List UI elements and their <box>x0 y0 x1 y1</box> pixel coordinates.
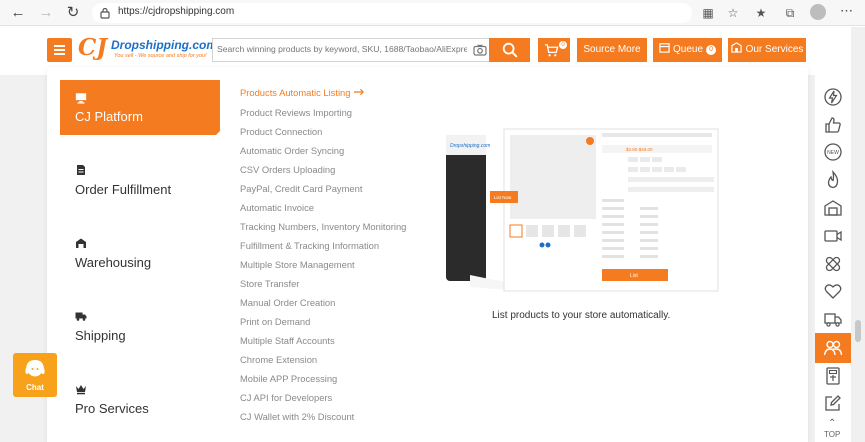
menu-icon[interactable] <box>47 38 72 62</box>
chevron-up-icon[interactable]: ⌃ <box>828 418 836 429</box>
feature-link[interactable]: Manual Order Creation <box>240 297 335 308</box>
logo-mark: CJ <box>78 34 108 61</box>
queue-button[interactable]: Queue 0 <box>653 38 722 62</box>
feature-link[interactable]: Automatic Invoice <box>240 202 314 213</box>
cart-icon <box>544 44 559 57</box>
page-scrollbar[interactable] <box>851 27 865 442</box>
logo-tagline: You sell - We source and ship for you! <box>114 53 207 59</box>
refresh-icon[interactable]: ↻ <box>64 4 82 22</box>
calculator-icon[interactable] <box>823 366 843 386</box>
camera-icon[interactable] <box>473 43 487 57</box>
sidebar-item-warehousing[interactable]: Warehousing <box>60 236 220 291</box>
feature-link[interactable]: Product Connection <box>240 126 322 137</box>
sidebar-item-order-fulfillment[interactable]: Order Fulfillment <box>60 163 220 218</box>
sidebar-item-pro-services[interactable]: Pro Services <box>60 382 220 437</box>
url-text: https://cjdropshipping.com <box>118 6 235 17</box>
source-more-button[interactable]: Source More <box>577 38 647 62</box>
browser-menu-icon[interactable]: ⋯ <box>840 3 853 19</box>
feature-link[interactable]: Print on Demand <box>240 316 310 327</box>
feature-link[interactable]: Multiple Store Management <box>240 259 355 270</box>
truck-icon[interactable] <box>823 309 843 329</box>
illus-price: $2.80-$48.00 <box>626 147 653 152</box>
favorite-icon[interactable]: ☆ <box>725 5 741 21</box>
sidebar-item-label: Shipping <box>75 328 126 343</box>
edit-icon[interactable] <box>823 393 843 413</box>
preview-caption: List products to your store automaticall… <box>492 310 671 321</box>
illus-list-button: List <box>630 273 638 279</box>
feature-link[interactable]: Tracking Numbers, Inventory Monitoring <box>240 221 406 232</box>
feature-link[interactable]: Products Automatic Listing <box>240 87 365 98</box>
browser-toolbar: ← → ↻ https://cjdropshipping.com ▦ ☆ ★ ⧉… <box>0 0 865 26</box>
listing-preview-illustration: Dropshipping.com $2.80-$48.00 List List … <box>446 128 719 292</box>
lightning-icon[interactable] <box>823 87 843 107</box>
bandage-icon[interactable] <box>823 254 843 274</box>
warehouse-icon[interactable] <box>823 198 843 218</box>
feature-link[interactable]: Product Reviews Importing <box>240 107 352 118</box>
monitor-icon <box>75 93 87 104</box>
package-icon <box>659 43 670 53</box>
feature-link[interactable]: Chrome Extension <box>240 354 317 365</box>
logo-name: Dropshipping.com <box>111 38 217 52</box>
feature-link[interactable]: PayPal, Credit Card Payment <box>240 183 362 194</box>
queue-count-badge: 0 <box>706 45 717 55</box>
search-button[interactable] <box>489 38 530 62</box>
shop-icon <box>730 42 742 53</box>
feature-label: Products Automatic Listing <box>240 87 351 98</box>
video-icon[interactable] <box>823 226 843 246</box>
cart-count-badge: 0 <box>559 41 567 49</box>
sidebar-item-label: Pro Services <box>75 401 149 416</box>
feature-link[interactable]: CJ API for Developers <box>240 392 332 403</box>
feature-link[interactable]: CSV Orders Uploading <box>240 164 335 175</box>
queue-label: Queue <box>672 44 704 55</box>
new-badge-icon[interactable]: NEW <box>823 142 843 162</box>
headset-icon <box>25 359 45 377</box>
feature-link[interactable]: Mobile APP Processing <box>240 373 337 384</box>
forward-icon[interactable]: → <box>37 4 55 22</box>
illus-logo: Dropshipping.com <box>450 143 490 149</box>
svg-text:NEW: NEW <box>827 150 839 156</box>
arrow-right-icon <box>354 88 365 96</box>
crown-icon <box>76 385 86 395</box>
sidebar-item-label: Warehousing <box>75 255 152 270</box>
people-icon[interactable] <box>823 338 843 358</box>
heart-icon[interactable] <box>823 281 843 301</box>
sidebar-item-label: CJ Platform <box>75 109 143 124</box>
illus-list-now: List Now <box>494 195 512 200</box>
feature-link[interactable]: Fulfillment & Tracking Information <box>240 240 379 251</box>
favorites-bar-icon[interactable]: ★ <box>753 5 769 21</box>
document-icon <box>77 165 85 175</box>
warehouse-icon <box>76 238 86 248</box>
logo[interactable]: CJ Dropshipping.com You sell - We source… <box>78 34 217 64</box>
truck-icon <box>75 312 87 321</box>
collections-icon[interactable]: ⧉ <box>782 5 798 21</box>
address-bar[interactable]: https://cjdropshipping.com <box>92 3 692 23</box>
feature-link[interactable]: CJ Wallet with 2% Discount <box>240 411 354 422</box>
chat-button[interactable]: Chat <box>13 353 57 397</box>
feature-link[interactable]: Store Transfer <box>240 278 299 289</box>
search-input[interactable] <box>217 44 467 54</box>
scrollbar-thumb[interactable] <box>855 320 861 342</box>
search-box <box>212 38 489 62</box>
flame-icon[interactable] <box>823 170 843 190</box>
lock-icon <box>100 7 110 19</box>
sidebar-item-cj-platform[interactable]: CJ Platform <box>60 80 221 136</box>
feature-link[interactable]: Automatic Order Syncing <box>240 145 344 156</box>
sidebar-item-label: Order Fulfillment <box>75 182 172 197</box>
sidebar-item-shipping[interactable]: Shipping <box>60 309 220 364</box>
our-services-button[interactable]: Our Services <box>728 38 806 62</box>
cart-button[interactable]: 0 <box>538 38 570 62</box>
back-icon[interactable]: ← <box>9 4 27 22</box>
search-icon <box>502 42 518 58</box>
chat-label: Chat <box>26 383 44 392</box>
profile-avatar[interactable] <box>810 4 826 20</box>
thumbs-up-icon[interactable] <box>823 115 843 135</box>
feature-link[interactable]: Multiple Staff Accounts <box>240 335 335 346</box>
our-services-label: Our Services <box>745 44 804 55</box>
apps-icon[interactable]: ▦ <box>700 5 716 21</box>
back-to-top-label[interactable]: TOP <box>824 430 840 439</box>
